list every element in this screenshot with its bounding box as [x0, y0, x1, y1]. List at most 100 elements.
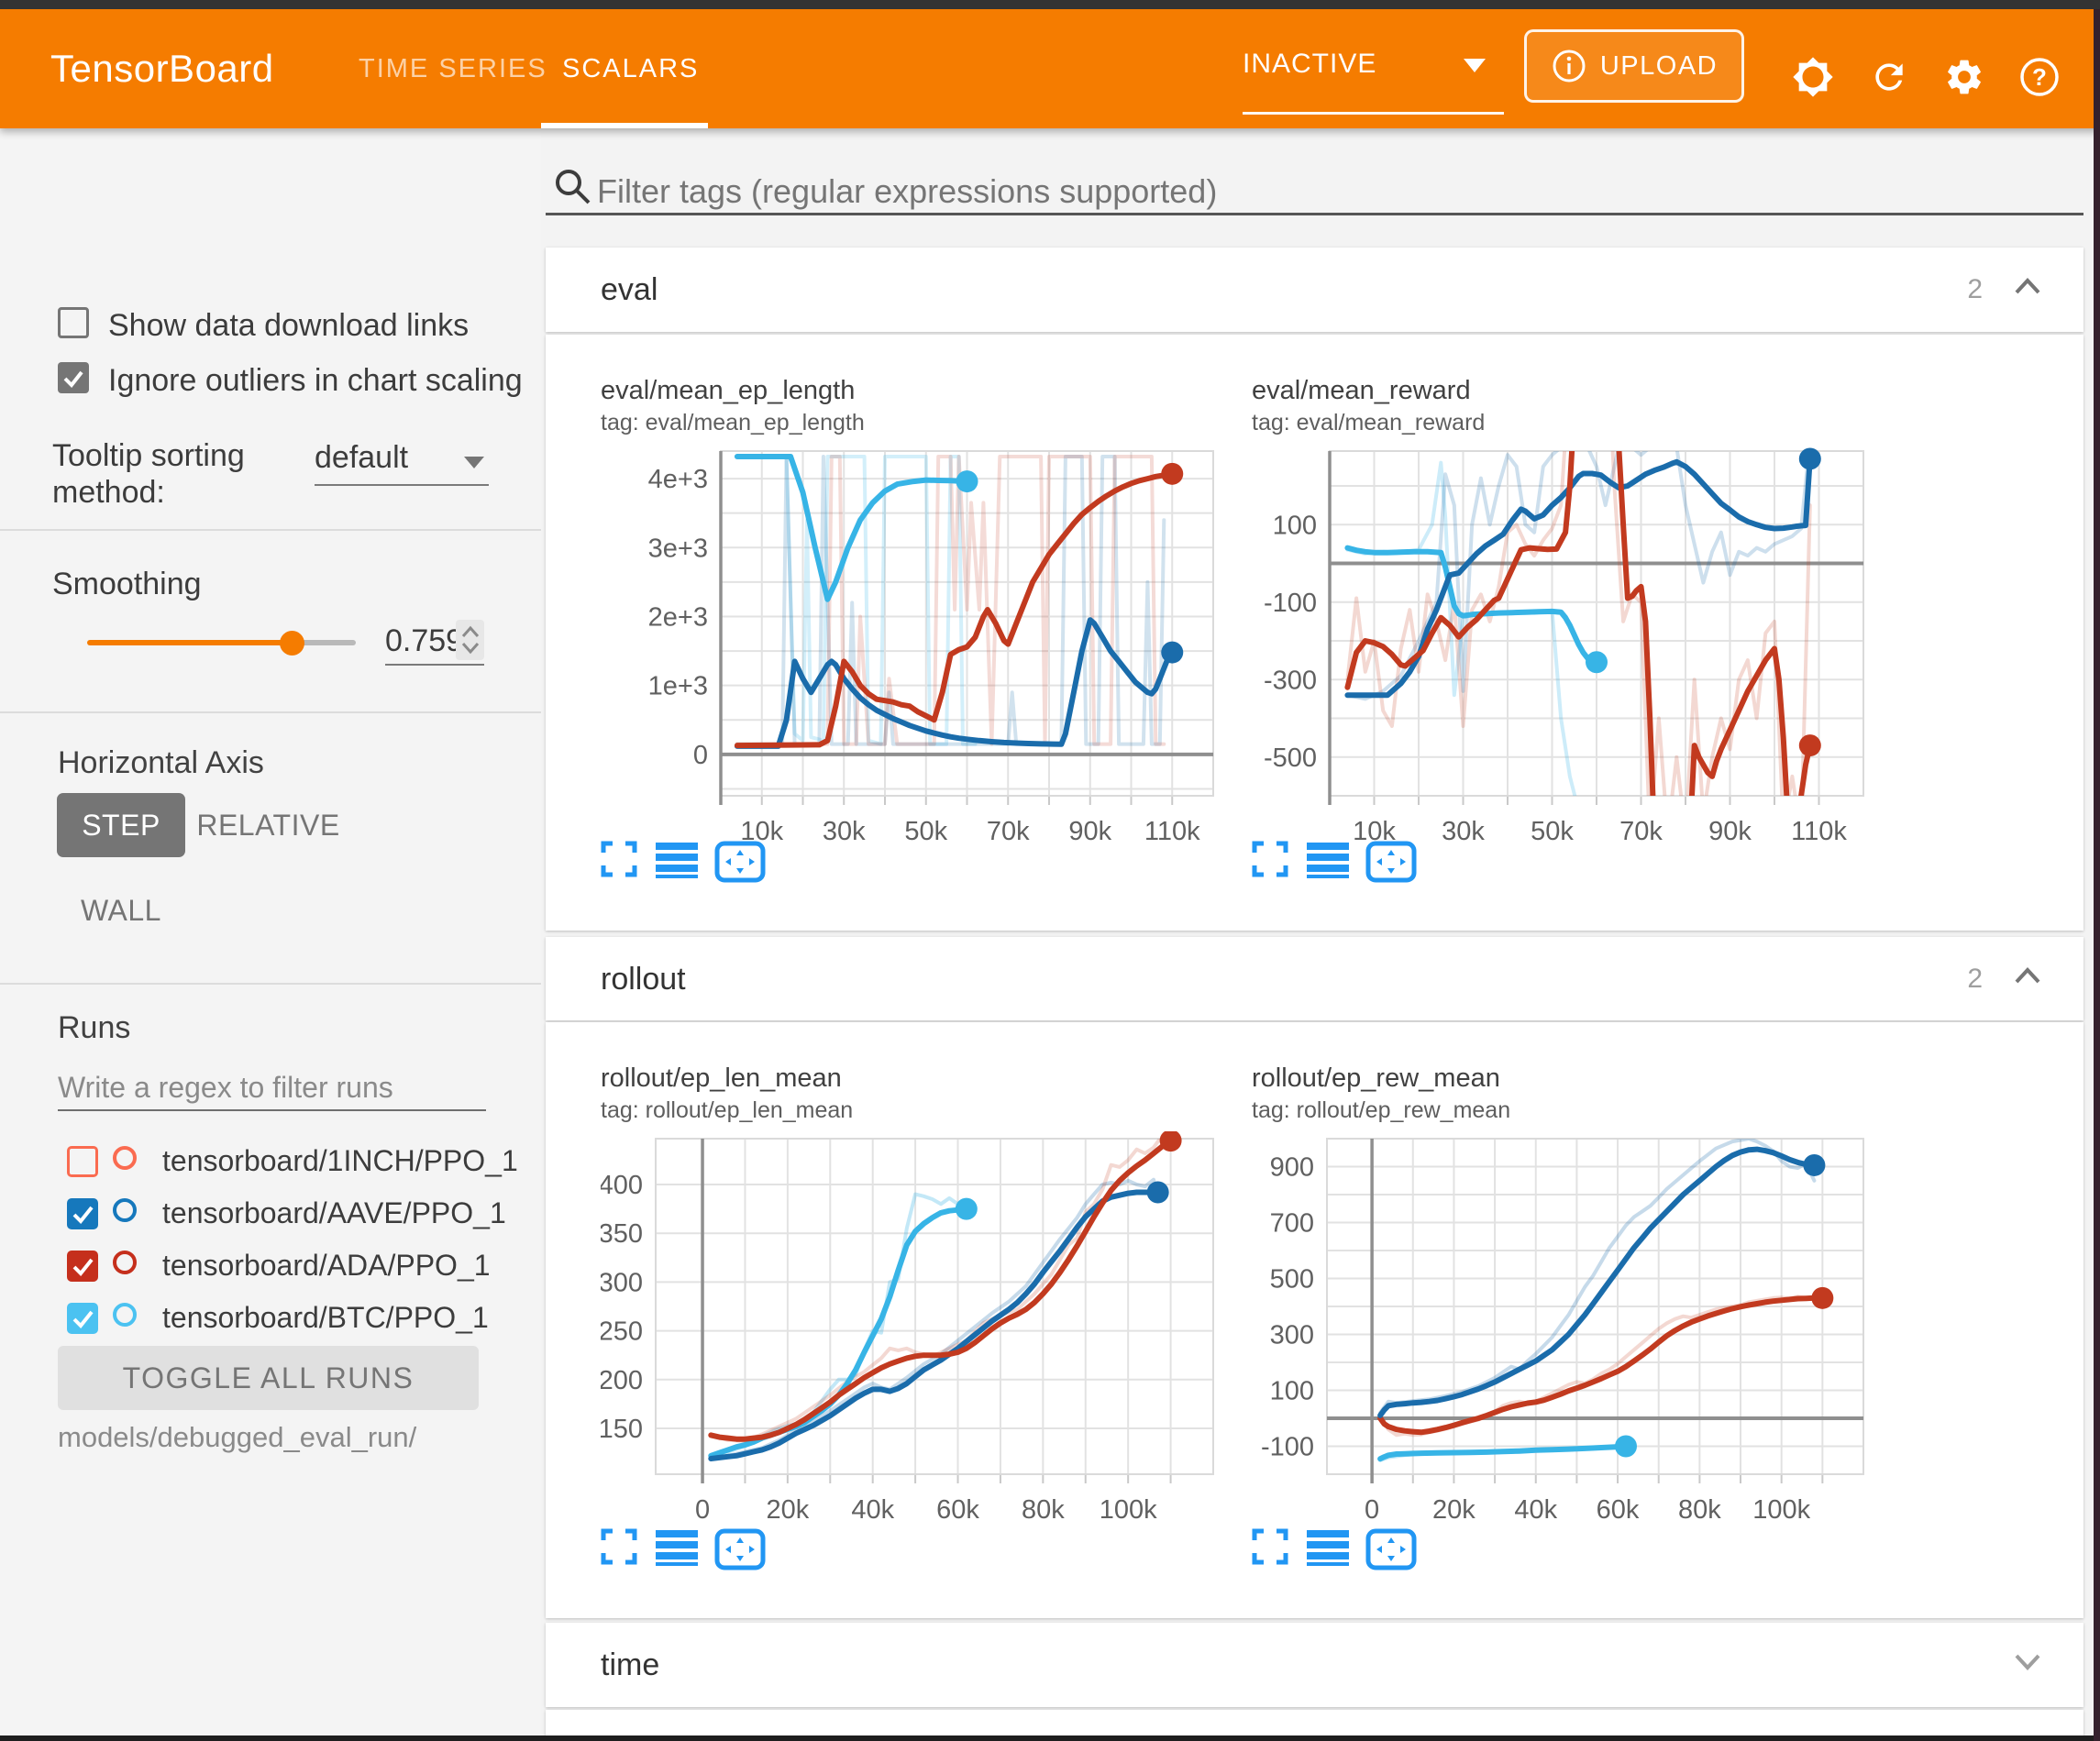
- chart-plot-rollout-ep-rew-mean[interactable]: 020k40k60k80k100k900700500300100-100: [1252, 1131, 1875, 1535]
- runs-selector-icon[interactable]: [1307, 1528, 1349, 1567]
- smoothing-value-input[interactable]: 0.759: [385, 623, 455, 659]
- help-icon[interactable]: ?: [2014, 51, 2065, 103]
- run-color-circle[interactable]: [113, 1146, 137, 1170]
- section-header-partial: [546, 1710, 2083, 1735]
- svg-text:100: 100: [1273, 511, 1317, 540]
- horizontal-axis-label: Horizontal Axis: [58, 745, 264, 781]
- section-header-time[interactable]: time: [546, 1623, 2083, 1707]
- svg-text:80k: 80k: [1022, 1495, 1065, 1525]
- chart-tag: tag: eval/mean_ep_length: [601, 410, 865, 436]
- upload-button[interactable]: UPLOAD: [1524, 29, 1744, 103]
- runs-selector-icon[interactable]: [656, 841, 698, 879]
- models-path-label: models/debugged_eval_run/: [58, 1421, 416, 1454]
- run-checkbox[interactable]: [67, 1146, 98, 1177]
- run-checkbox[interactable]: [67, 1198, 98, 1229]
- svg-text:50k: 50k: [1531, 817, 1574, 846]
- svg-text:60k: 60k: [936, 1495, 979, 1525]
- chart-title: rollout/ep_len_mean: [601, 1063, 842, 1094]
- axis-step-button[interactable]: STEP: [57, 793, 185, 857]
- runs-filter-input[interactable]: Write a regex to filter runs: [58, 1071, 393, 1105]
- svg-text:110k: 110k: [1791, 817, 1847, 846]
- svg-text:-100: -100: [1264, 589, 1317, 618]
- main-content: Filter tags (regular expressions support…: [541, 128, 2094, 1735]
- section-count: 2: [1967, 937, 1983, 1021]
- fit-domain-icon[interactable]: [1365, 1528, 1417, 1570]
- chart-plot-eval-mean-ep-length[interactable]: 10k30k50k70k90k110k01e+32e+33e+34e+3: [601, 444, 1224, 847]
- svg-text:700: 700: [1270, 1209, 1314, 1239]
- axis-relative-button[interactable]: RELATIVE: [193, 793, 344, 857]
- axis-wall-button[interactable]: WALL: [57, 878, 185, 942]
- svg-text:90k: 90k: [1708, 817, 1752, 846]
- fit-domain-icon[interactable]: [714, 841, 766, 883]
- ignore-outliers-checkbox[interactable]: [58, 362, 89, 393]
- tab-scalars[interactable]: SCALARS: [562, 9, 699, 128]
- window-right-strip: [2094, 9, 2100, 1741]
- tab-time-series[interactable]: TIME SERIES: [359, 9, 547, 128]
- section-title: eval: [601, 248, 658, 332]
- section-body-rollout: rollout/ep_len_mean tag: rollout/ep_len_…: [546, 1022, 2083, 1618]
- fullscreen-icon[interactable]: [1252, 1528, 1288, 1565]
- fullscreen-icon[interactable]: [601, 1528, 637, 1565]
- chevron-up-icon[interactable]: [2012, 275, 2043, 297]
- sidebar: Show data download links Ignore outliers…: [0, 128, 541, 1735]
- app-header: TensorBoard TIME SERIES SCALARS INACTIVE…: [0, 9, 2100, 128]
- window-bottom-strip: [0, 1735, 2100, 1741]
- tooltip-sorting-dropdown[interactable]: default: [315, 440, 489, 486]
- runs-selector-icon[interactable]: [656, 1528, 698, 1567]
- smoothing-spinner[interactable]: [456, 620, 484, 660]
- filter-tags-input[interactable]: Filter tags (regular expressions support…: [597, 172, 1217, 211]
- svg-text:70k: 70k: [987, 817, 1030, 846]
- toggle-all-runs-button[interactable]: TOGGLE ALL RUNS: [58, 1346, 479, 1410]
- svg-text:150: 150: [601, 1415, 643, 1444]
- chart-plot-rollout-ep-len-mean[interactable]: 020k40k60k80k100k150200250300350400: [601, 1131, 1224, 1535]
- chevron-down-icon: [464, 457, 484, 468]
- search-icon: [553, 167, 593, 207]
- section-header-rollout[interactable]: rollout 2: [546, 937, 2083, 1020]
- smoothing-slider-thumb[interactable]: [280, 631, 304, 656]
- svg-text:90k: 90k: [1068, 817, 1111, 846]
- chevron-down-icon: [1464, 59, 1486, 72]
- svg-text:0: 0: [1365, 1495, 1379, 1525]
- run-row: tensorboard/ADA/PPO_1: [0, 1251, 541, 1298]
- run-checkbox[interactable]: [67, 1251, 98, 1282]
- section-header-eval[interactable]: eval 2: [546, 248, 2083, 332]
- run-color-circle[interactable]: [113, 1251, 137, 1274]
- chart-tag: tag: eval/mean_reward: [1252, 410, 1485, 436]
- run-checkbox[interactable]: [67, 1303, 98, 1334]
- show-data-download-links-checkbox[interactable]: [58, 307, 89, 338]
- section-count: 2: [1967, 248, 1983, 332]
- active-tab-underline: [541, 123, 708, 128]
- svg-text:0: 0: [695, 1495, 710, 1525]
- run-color-circle[interactable]: [113, 1198, 137, 1222]
- svg-text:500: 500: [1270, 1265, 1314, 1295]
- run-row: tensorboard/AAVE/PPO_1: [0, 1198, 541, 1246]
- fit-domain-icon[interactable]: [714, 1528, 766, 1570]
- svg-text:-300: -300: [1264, 666, 1317, 695]
- smoothing-slider-track[interactable]: [87, 640, 292, 645]
- window-top-strip: [0, 0, 2100, 9]
- run-label: tensorboard/AAVE/PPO_1: [162, 1196, 506, 1230]
- run-color-circle[interactable]: [113, 1303, 137, 1327]
- refresh-icon[interactable]: [1863, 51, 1915, 103]
- svg-text:80k: 80k: [1678, 1495, 1721, 1525]
- fullscreen-icon[interactable]: [1252, 841, 1288, 877]
- chevron-down-icon[interactable]: [2012, 1650, 2043, 1672]
- fullscreen-icon[interactable]: [601, 841, 637, 877]
- svg-text:400: 400: [601, 1171, 643, 1200]
- status-dropdown[interactable]: INACTIVE: [1243, 37, 1504, 115]
- ignore-outliers-label: Ignore outliers in chart scaling: [108, 363, 541, 399]
- svg-text:0: 0: [693, 741, 708, 770]
- runs-selector-icon[interactable]: [1307, 841, 1349, 879]
- svg-text:20k: 20k: [1432, 1495, 1476, 1525]
- chevron-up-icon[interactable]: [2012, 964, 2043, 986]
- section-title: rollout: [601, 937, 686, 1021]
- svg-text:300: 300: [601, 1268, 643, 1297]
- brightness-icon[interactable]: [1787, 51, 1839, 103]
- gear-icon[interactable]: [1939, 51, 1990, 103]
- chart-title: eval/mean_ep_length: [601, 376, 855, 406]
- chart-plot-eval-mean-reward[interactable]: 10k30k50k70k90k110k100-100-300-500: [1252, 444, 1875, 847]
- chart-title: eval/mean_reward: [1252, 376, 1471, 406]
- fit-domain-icon[interactable]: [1365, 841, 1417, 883]
- status-label: INACTIVE: [1243, 49, 1376, 79]
- svg-text:250: 250: [601, 1317, 643, 1347]
